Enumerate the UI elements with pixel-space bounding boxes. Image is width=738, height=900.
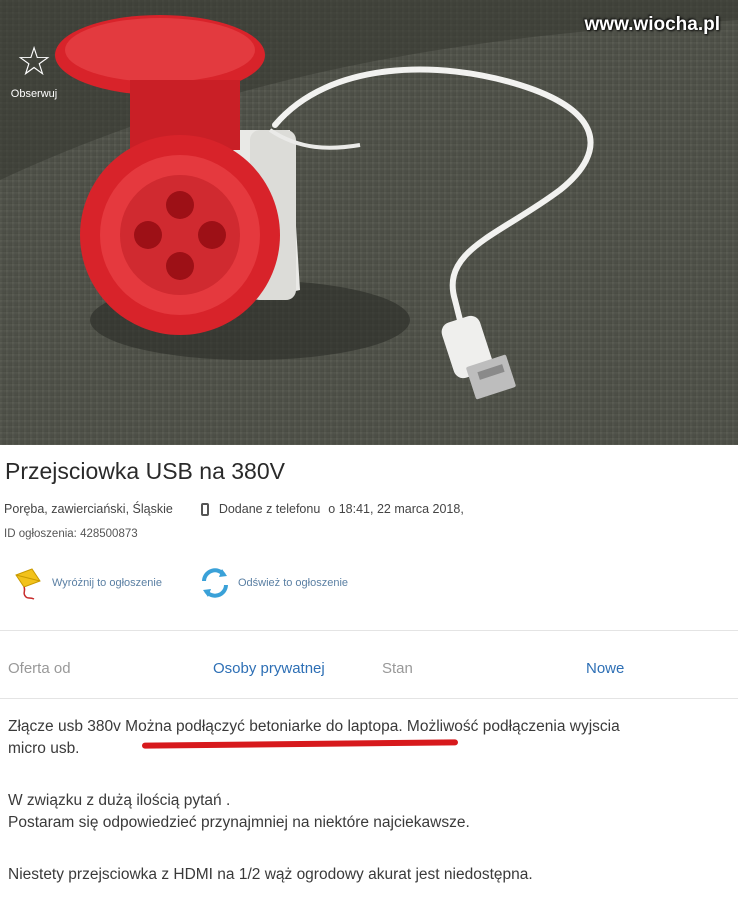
state-key: Stan (382, 660, 413, 677)
promote-button[interactable]: Wyróżnij to ogłoszenie (10, 565, 162, 601)
added-at: o 18:41, 22 marca 2018, (328, 502, 464, 516)
ad-id: ID ogłoszenia: 428500873 (4, 528, 138, 540)
refresh-icon (201, 568, 228, 598)
refresh-label: Odśwież to ogłoszenie (237, 577, 349, 589)
observe-label: Obserwuj (10, 88, 58, 100)
state-value[interactable]: Nowe (586, 660, 624, 677)
offer-key: Oferta od (8, 660, 71, 677)
refresh-button[interactable]: Odśwież to ogłoszenie (196, 565, 348, 601)
promote-label: Wyróżnij to ogłoszenie (52, 577, 162, 589)
observe-button[interactable]: ☆ Obserwuj (11, 40, 104, 130)
desc-line: Postaram się odpowiedzieć przynajmniej n… (8, 814, 470, 831)
location-link[interactable]: Poręba, zawierciański, Śląskie (4, 502, 173, 516)
listing-actions: Wyróżnij to ogłoszenie Odśwież to ogłosz… (10, 565, 382, 601)
desc-line: W związku z dużą ilością pytań . (8, 792, 231, 809)
photo-image (0, 0, 738, 445)
watermark: www.wiocha.pl (584, 14, 720, 35)
listing-title: Przejsciowka USB na 380V (5, 458, 285, 484)
listing-meta: Poręba, zawierciański, Śląskie Dodane z … (4, 502, 464, 516)
phone-icon (200, 502, 209, 516)
kite-icon (15, 568, 41, 600)
listing-photo[interactable]: ☆ Obserwuj www.wiocha.pl (0, 0, 738, 445)
star-icon: ☆ (16, 40, 52, 84)
divider (0, 630, 738, 631)
added-from: Dodane z telefonu (218, 502, 321, 516)
desc-line: Złącze usb 380v Można podłączyć betoniar… (8, 718, 620, 735)
desc-line: Niestety przejsciowka z HDMI na 1/2 wąż … (8, 866, 533, 883)
offer-value[interactable]: Osoby prywatnej (213, 660, 325, 677)
divider (0, 698, 738, 699)
